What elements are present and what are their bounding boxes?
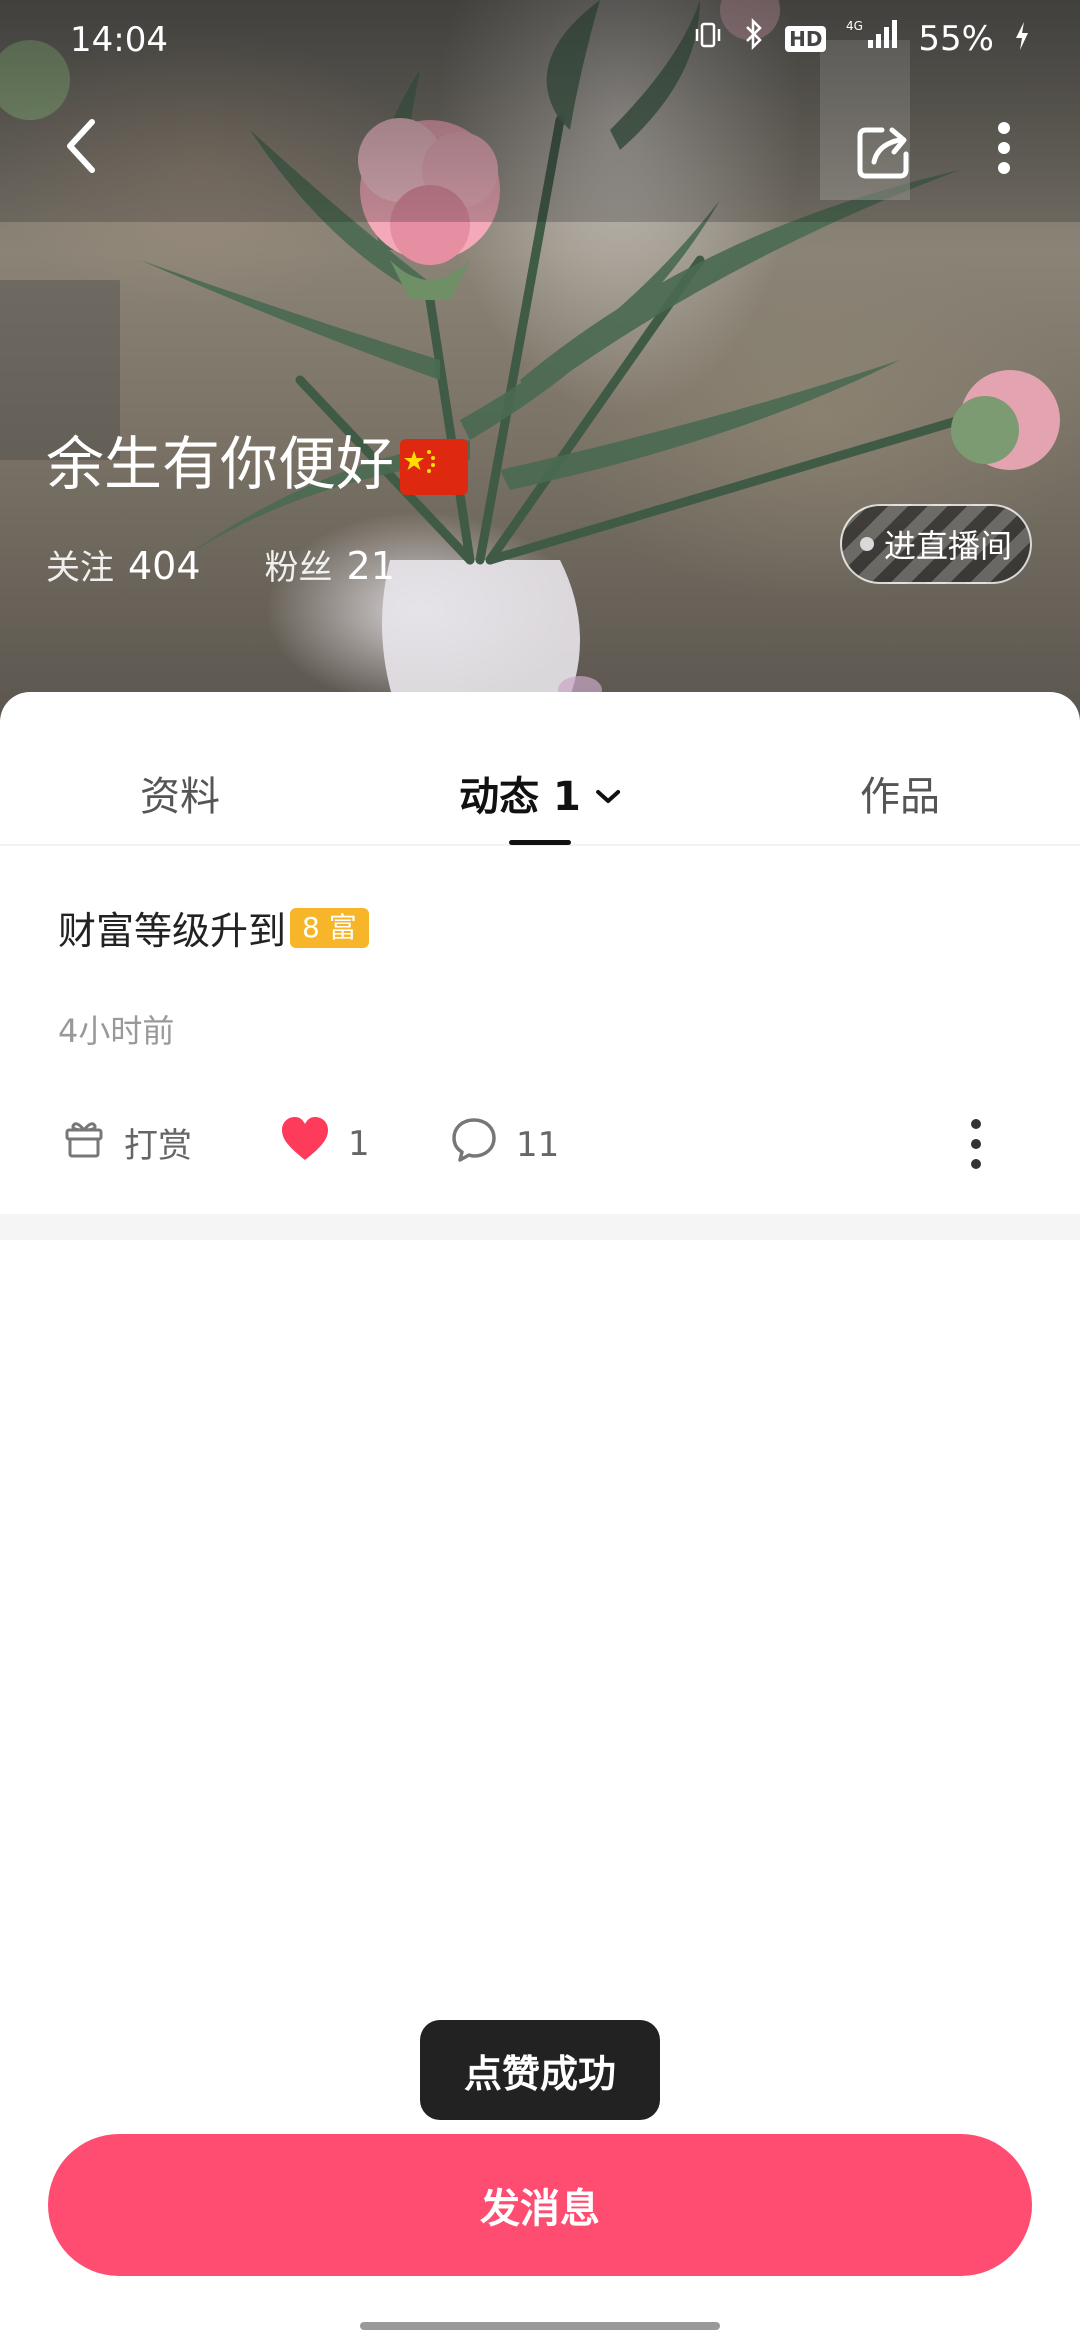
bluetooth-icon [743,17,765,59]
reward-label: 打赏 [124,1126,192,1166]
comment-icon [450,1116,498,1173]
post-action-bar: 打赏 1 11 [0,1102,1080,1182]
comment-count: 11 [516,1124,560,1165]
more-vertical-icon [992,122,1016,182]
tab-feed-label: 动态 1 [459,774,581,820]
profile-cover-photo [0,0,1080,720]
battery-text: 55% [918,18,994,59]
tab-feed[interactable]: 动态 1 [459,764,621,822]
home-indicator[interactable] [360,2322,720,2330]
live-dot-icon [859,537,874,551]
followers-count: 21 [346,544,395,588]
profile-name: 余生有你便好 [46,428,469,500]
more-button[interactable] [992,118,1016,182]
status-icons: HD 4G 55% [693,17,1030,59]
chevron-left-icon [62,119,102,178]
back-button[interactable] [62,118,102,178]
like-count: 1 [348,1123,370,1164]
wealth-level-badge: 8 富 [290,907,369,948]
like-success-toast: 点赞成功 [420,2020,660,2120]
tab-profile[interactable]: 资料 [140,764,220,822]
following-stat[interactable]: 关注 404 [46,540,201,589]
reward-button[interactable]: 打赏 [62,1116,192,1169]
enter-live-room-button[interactable]: 进直播间 [840,504,1032,584]
status-bar: 14:04 HD 4G 55% [0,0,1080,84]
comment-button[interactable]: 11 [450,1116,559,1173]
heart-icon [280,1116,330,1171]
like-button[interactable]: 1 [280,1116,370,1171]
post-more-button[interactable] [968,1114,984,1178]
tab-works[interactable]: 作品 [860,764,940,822]
svg-text:4G: 4G [846,19,863,33]
share-button[interactable] [856,124,912,184]
live-button-label: 进直播间 [883,527,1012,565]
china-flag-icon [400,439,469,495]
share-icon [856,127,912,184]
followers-stat[interactable]: 粉丝 21 [265,540,395,589]
post-time: 4小时前 [58,1012,175,1050]
follow-stats: 关注 404 粉丝 21 [46,540,395,589]
chevron-down-icon [595,770,621,816]
battery-charging-icon [1014,19,1030,59]
hd-icon: HD [785,25,827,52]
feed-separator [0,1214,1080,1240]
following-label: 关注 [46,548,114,588]
vibrate-icon [693,19,723,59]
following-count: 404 [128,544,201,588]
gift-icon [62,1116,106,1169]
signal-icon: 4G [846,18,898,59]
post-title: 财富等级升到 8 富 [58,900,369,955]
send-message-button[interactable]: 发消息 [48,2134,1032,2276]
followers-label: 粉丝 [264,548,333,588]
post-title-text: 财富等级升到 [58,909,287,953]
feed-post: 财富等级升到 8 富 4小时前 打赏 1 11 [0,844,1080,1214]
more-vertical-icon [968,1119,984,1178]
profile-tabs: 资料 动态 1 作品 [0,692,1080,846]
profile-name-text: 余生有你便好 [46,430,395,498]
status-time: 14:04 [70,20,168,60]
